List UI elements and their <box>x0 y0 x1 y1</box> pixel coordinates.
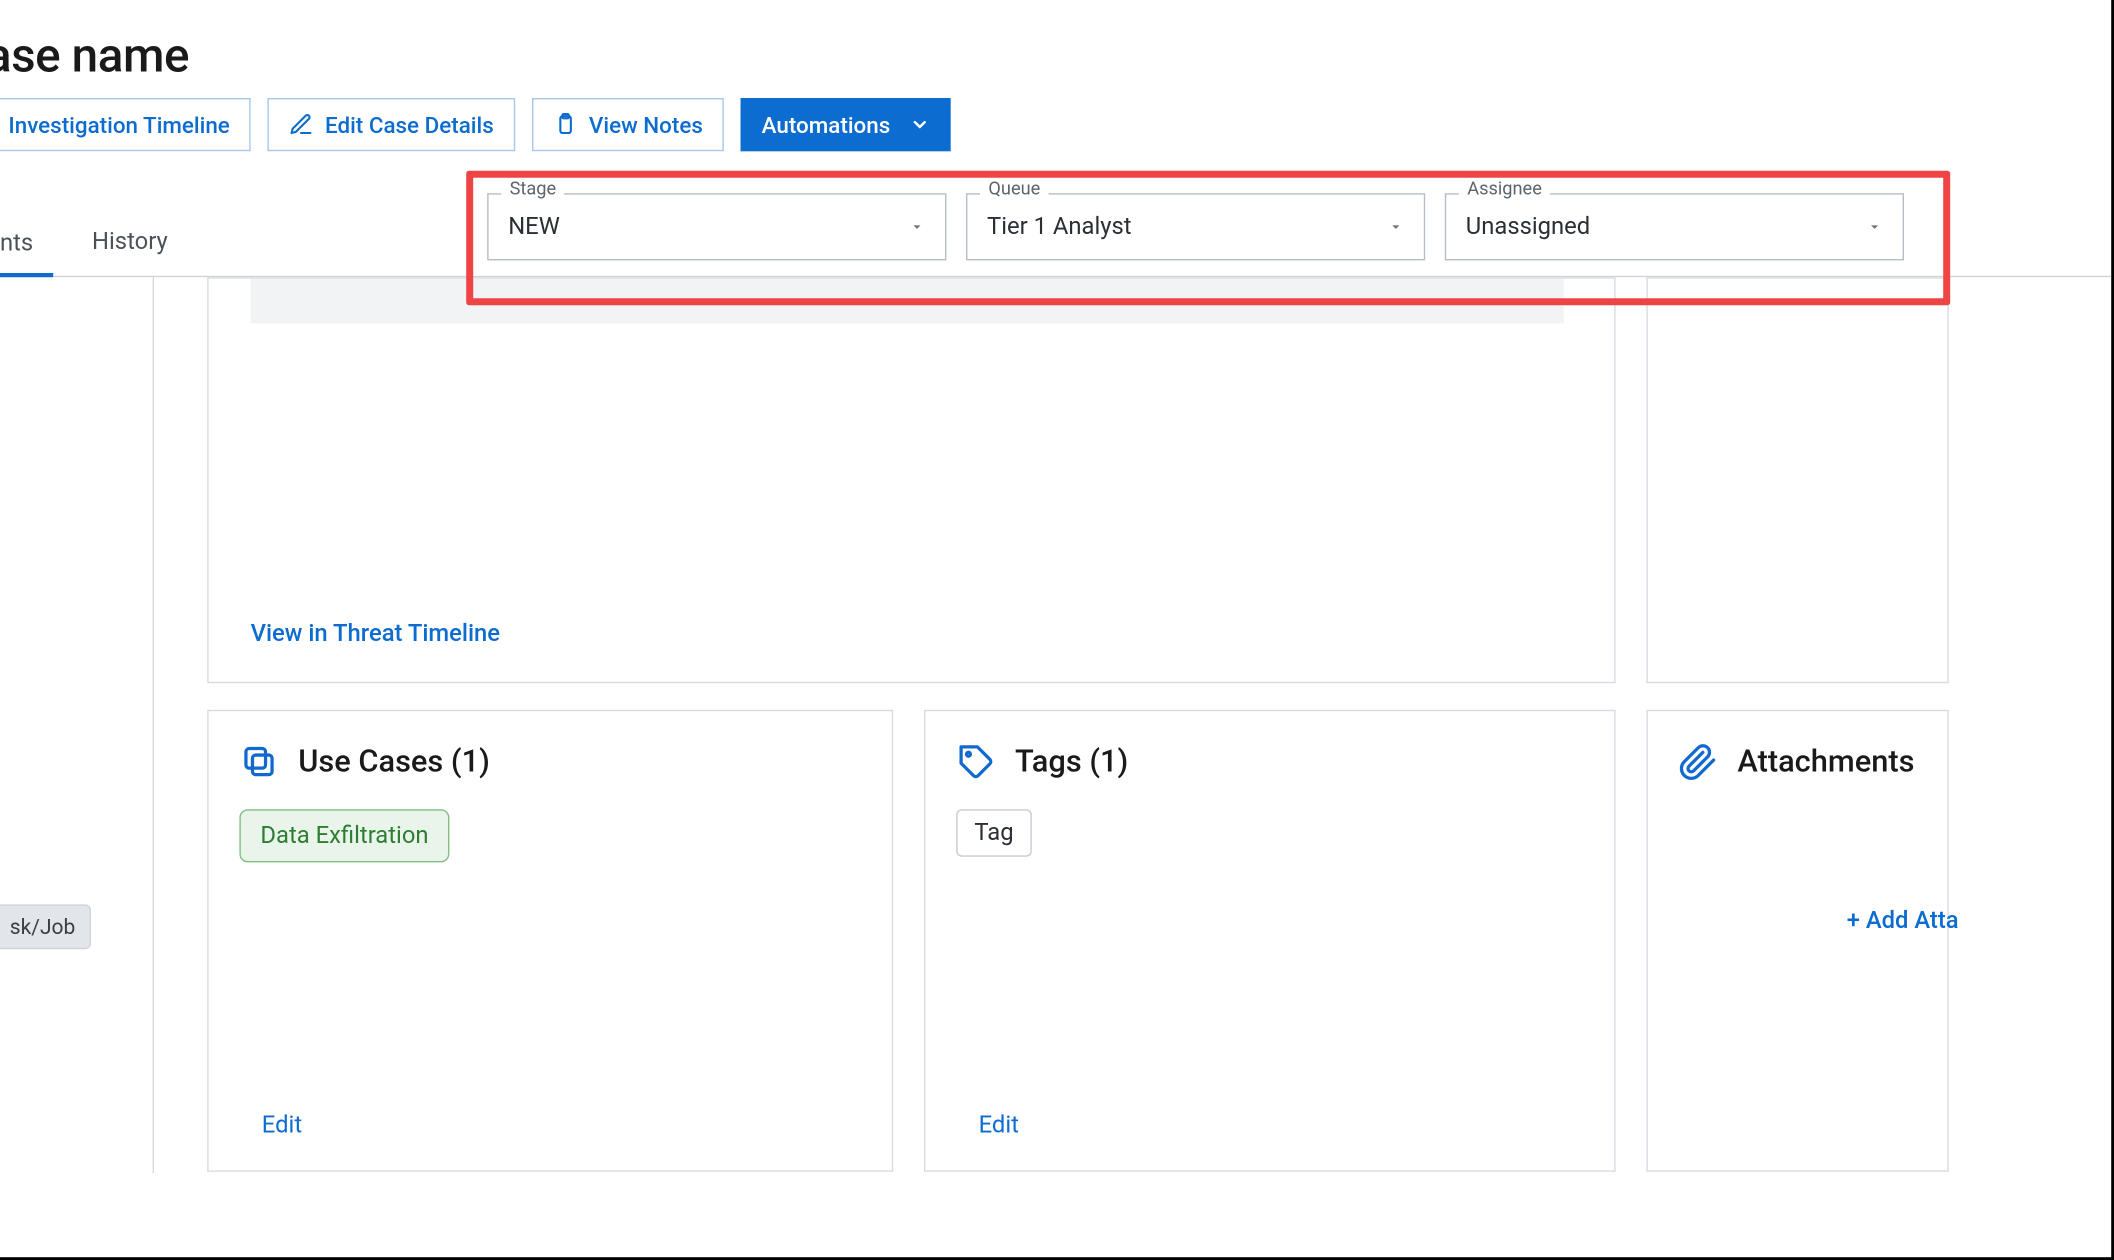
use-cases-title: Use Cases (1) <box>298 744 490 779</box>
use-cases-card: Use Cases (1) Data Exfiltration Edit <box>207 710 893 1172</box>
queue-select[interactable]: Tier 1 Analyst <box>966 193 1425 260</box>
edit-case-details-button[interactable]: Edit Case Details <box>268 98 515 151</box>
copy-stack-icon <box>239 742 278 781</box>
caret-down-icon <box>1866 218 1883 235</box>
investigation-timeline-button[interactable]: Investigation Timeline <box>0 98 251 151</box>
tags-title: Tags (1) <box>1015 744 1128 779</box>
queue-field: Queue Tier 1 Analyst <box>966 182 1425 260</box>
investigation-timeline-label: Investigation Timeline <box>8 111 229 138</box>
view-notes-button[interactable]: View Notes <box>532 98 724 151</box>
right-info-panel <box>1646 277 1948 683</box>
page-title: Case name <box>0 28 189 84</box>
assignee-select[interactable]: Unassigned <box>1445 193 1904 260</box>
use-cases-header: Use Cases (1) <box>239 742 861 781</box>
queue-value: Tier 1 Analyst <box>987 213 1132 241</box>
timeline-track <box>251 279 1564 324</box>
stage-select[interactable]: NEW <box>487 193 946 260</box>
tab-partial[interactable]: nts <box>0 230 53 278</box>
assignee-label: Assignee <box>1459 179 1550 200</box>
stage-field: Stage NEW <box>487 182 946 260</box>
attachments-header: Attachments <box>1679 742 1917 781</box>
view-in-threat-timeline-link[interactable]: View in Threat Timeline <box>251 620 500 648</box>
left-sidebar: sk/Job <box>0 277 154 1173</box>
stage-value: NEW <box>508 213 560 241</box>
chevron-down-icon <box>910 115 930 135</box>
tags-edit-link[interactable]: Edit <box>979 1112 1019 1140</box>
queue-label: Queue <box>980 179 1049 200</box>
add-attachment-link[interactable]: + Add Atta <box>1847 907 1959 935</box>
pencil-icon <box>289 112 314 137</box>
use-case-chip[interactable]: Data Exfiltration <box>239 809 449 862</box>
tag-chip[interactable]: Tag <box>956 809 1032 857</box>
attachments-card: Attachments + Add Atta <box>1646 710 1948 1172</box>
case-routing-selects: Stage NEW Queue Tier 1 Analyst Assignee … <box>487 182 1904 260</box>
automations-label: Automations <box>762 111 891 138</box>
assignee-field: Assignee Unassigned <box>1445 182 1904 260</box>
tab-history[interactable]: History <box>92 228 187 276</box>
automations-dropdown[interactable]: Automations <box>741 98 951 151</box>
tag-icon <box>956 742 995 781</box>
tags-header: Tags (1) <box>956 742 1583 781</box>
threat-timeline-panel: View in Threat Timeline <box>207 277 1615 683</box>
tags-card: Tags (1) Tag Edit <box>924 710 1616 1172</box>
task-job-chip[interactable]: sk/Job <box>0 904 91 949</box>
attachments-title: Attachments <box>1737 744 1914 779</box>
edit-case-details-label: Edit Case Details <box>325 111 494 138</box>
clipboard-icon <box>553 112 578 137</box>
caret-down-icon <box>1387 218 1404 235</box>
stage-label: Stage <box>501 179 564 200</box>
caret-down-icon <box>909 218 926 235</box>
paperclip-icon <box>1679 742 1718 781</box>
assignee-value: Unassigned <box>1466 213 1590 241</box>
view-notes-label: View Notes <box>589 111 703 138</box>
use-cases-edit-link[interactable]: Edit <box>262 1112 302 1140</box>
toolbar: Investigation Timeline Edit Case Details… <box>0 98 950 151</box>
